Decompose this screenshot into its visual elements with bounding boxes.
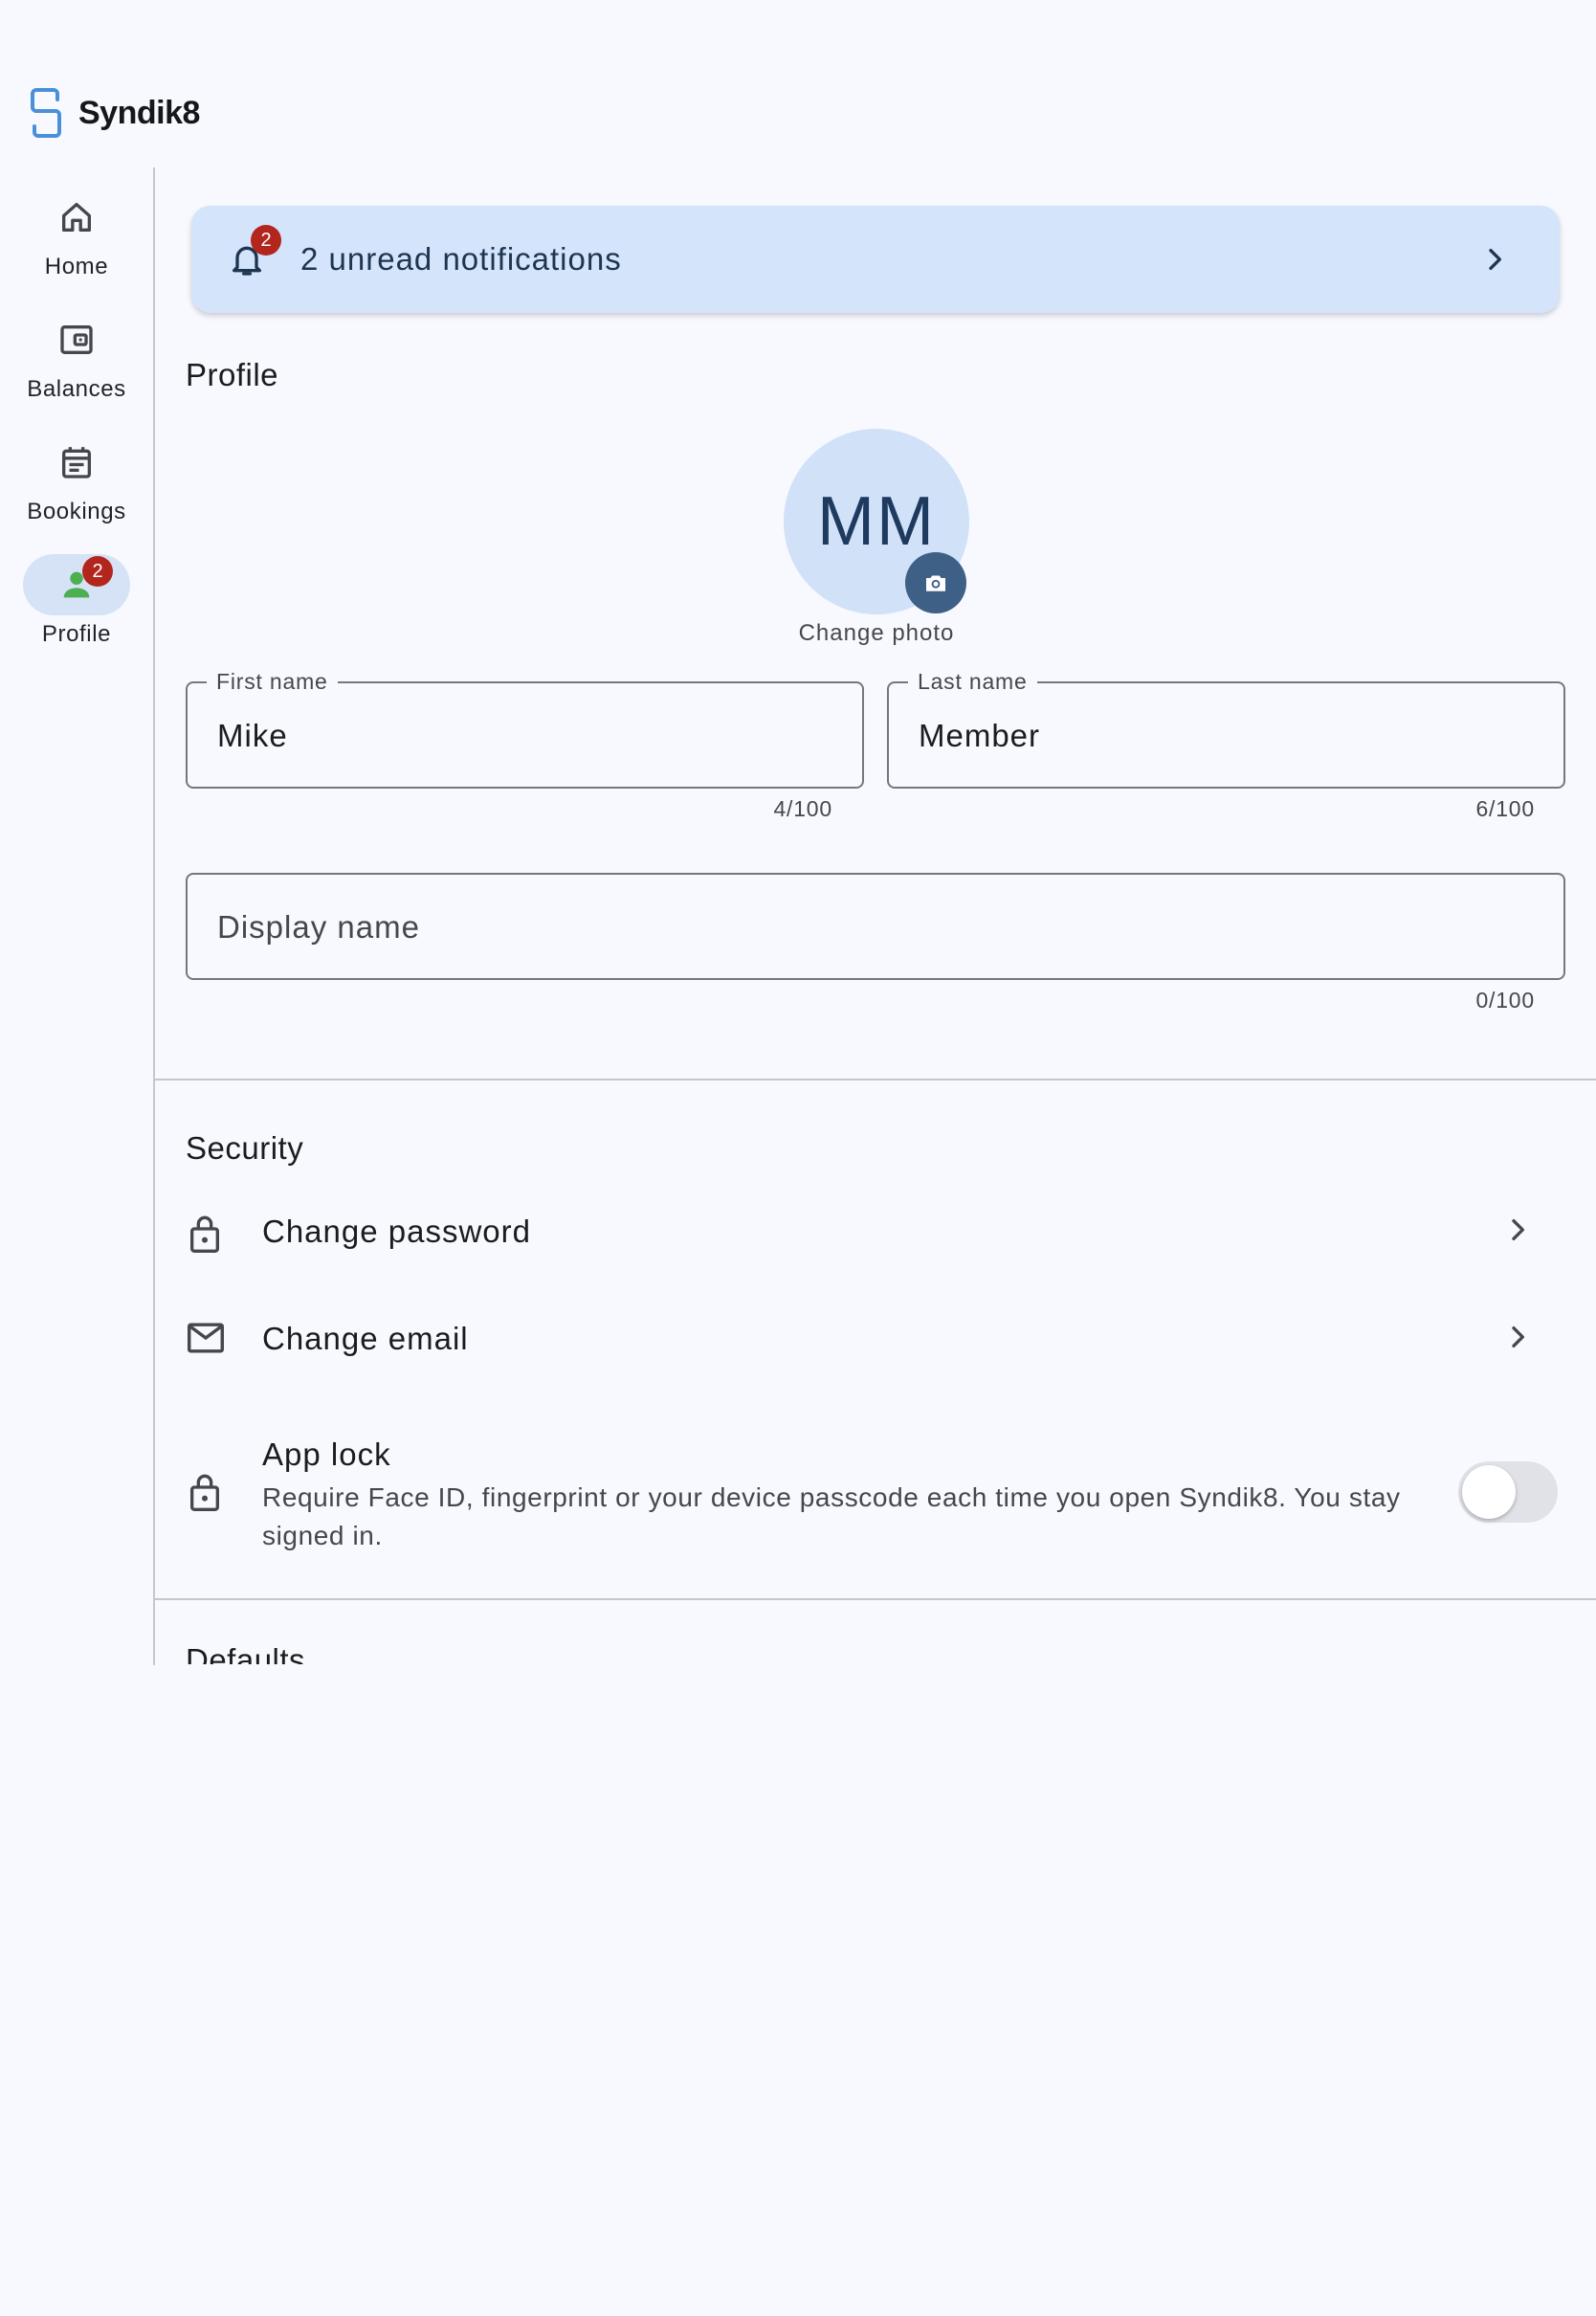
app-lock-row: App lock Require Face ID, fingerprint or… bbox=[186, 1412, 1565, 1574]
section-divider bbox=[153, 1598, 1596, 1600]
nav-label: Balances bbox=[27, 376, 126, 402]
mail-icon bbox=[188, 1323, 224, 1353]
nav-label: Bookings bbox=[27, 499, 126, 524]
nav-profile-icon-wrap: 2 bbox=[23, 554, 130, 615]
camera-icon bbox=[926, 575, 945, 591]
notification-bell: 2 bbox=[228, 225, 281, 278]
app-lock-label: App lock bbox=[262, 1436, 391, 1472]
defaults-title-text: Defaults bbox=[186, 1642, 306, 1664]
home-icon bbox=[62, 203, 92, 232]
display-name-counter: 0/100 bbox=[1475, 988, 1535, 1013]
wallet-icon bbox=[60, 325, 93, 354]
chevron-right-icon bbox=[1512, 1219, 1524, 1240]
nav-bookings-icon-wrap bbox=[23, 432, 130, 493]
change-password-row[interactable]: Change password bbox=[186, 1182, 1565, 1278]
toggle-knob bbox=[1462, 1465, 1516, 1519]
nav-item-home[interactable]: Home bbox=[0, 187, 153, 280]
chevron-right-icon bbox=[1512, 1326, 1524, 1347]
notifications-text: 2 unread notifications bbox=[300, 241, 622, 277]
brand-logo: Syndik8 bbox=[31, 86, 200, 140]
display-name-field[interactable]: Display name bbox=[186, 873, 1565, 980]
nav-label: Home bbox=[44, 254, 109, 279]
last-name-counter: 6/100 bbox=[1475, 796, 1535, 821]
change-email-label: Change email bbox=[262, 1321, 469, 1356]
profile-badge: 2 bbox=[82, 556, 113, 587]
profile-section-title: Profile bbox=[186, 357, 279, 392]
security-section-title: Security bbox=[186, 1130, 304, 1166]
section-divider bbox=[153, 1079, 1596, 1080]
nav-balances-icon-wrap bbox=[23, 309, 130, 370]
first-name-counter: 4/100 bbox=[773, 796, 832, 821]
nav-home-icon-wrap bbox=[23, 187, 130, 248]
change-email-row[interactable]: Change email bbox=[186, 1289, 1565, 1385]
display-name-placeholder[interactable]: Display name bbox=[217, 909, 420, 946]
nav-item-bookings[interactable]: Bookings bbox=[0, 432, 153, 525]
syndik8-logo-icon bbox=[31, 88, 61, 138]
lock-icon bbox=[190, 1474, 219, 1511]
change-photo-button[interactable] bbox=[905, 552, 966, 613]
first-name-label: First name bbox=[207, 669, 338, 695]
last-name-value[interactable]: Member bbox=[919, 718, 1040, 754]
first-name-value[interactable]: Mike bbox=[217, 718, 288, 754]
calendar-icon bbox=[62, 447, 91, 479]
last-name-field[interactable]: Last name Member bbox=[887, 669, 1565, 789]
first-name-field[interactable]: First name Mike bbox=[186, 669, 864, 789]
change-photo-label[interactable]: Change photo bbox=[760, 620, 993, 647]
notification-count-badge: 2 bbox=[251, 225, 281, 256]
nav-item-balances[interactable]: Balances bbox=[0, 309, 153, 403]
defaults-section-title: Defaults bbox=[186, 1641, 305, 1664]
lock-icon bbox=[190, 1215, 219, 1253]
app-lock-description: Require Face ID, fingerprint or your dev… bbox=[262, 1482, 1401, 1550]
nav-item-profile[interactable]: 2 Profile bbox=[0, 554, 153, 648]
last-name-label: Last name bbox=[908, 669, 1037, 695]
nav-label: Profile bbox=[41, 621, 112, 647]
app-lock-toggle[interactable] bbox=[1458, 1461, 1558, 1523]
app-name: Syndik8 bbox=[78, 94, 200, 131]
notifications-banner[interactable]: 2 2 unread notifications bbox=[191, 206, 1560, 313]
change-password-label: Change password bbox=[262, 1214, 531, 1249]
rail-divider bbox=[153, 167, 155, 1665]
chevron-right-icon bbox=[1489, 249, 1501, 270]
